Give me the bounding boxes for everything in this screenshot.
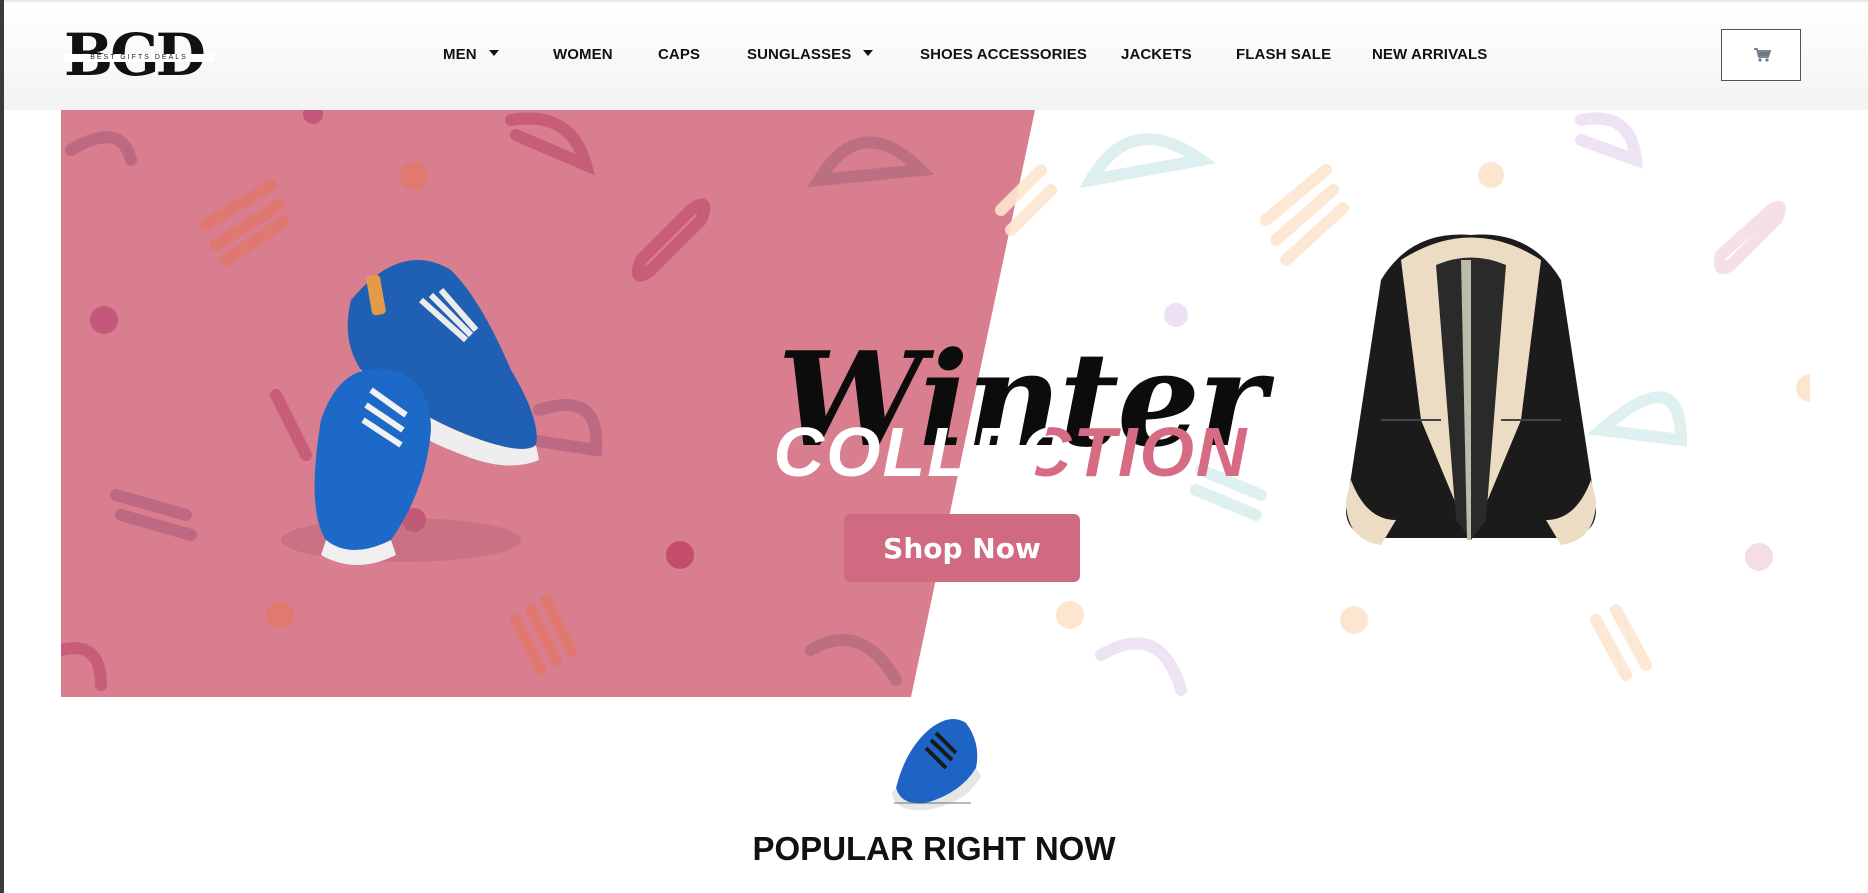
- nav-item-new-arrivals[interactable]: NEW ARRIVALS: [1372, 46, 1487, 63]
- site-header: BGD BEST GIFTS DEALS MEN WOMEN CAPS SUNG…: [4, 2, 1868, 110]
- hero-banner[interactable]: Winter COLLECTION COLLECTION Shop Now: [61, 110, 1810, 697]
- jacket-image: [1346, 234, 1596, 545]
- nav-item-jackets[interactable]: JACKETS: [1121, 46, 1192, 63]
- shop-now-button[interactable]: Shop Now: [844, 514, 1080, 582]
- nav-item-label: SUNGLASSES: [747, 46, 852, 63]
- window-edge: [0, 0, 4, 893]
- shopping-cart-icon: [1754, 48, 1771, 62]
- nav-item-label: NEW ARRIVALS: [1372, 46, 1488, 63]
- nav-item-label: CAPS: [658, 46, 701, 63]
- main-navigation: MEN WOMEN CAPS SUNGLASSES SHOES ACCESSOR…: [4, 2, 1868, 110]
- chevron-down-icon: [488, 50, 499, 56]
- nav-item-flash-sale[interactable]: FLASH SALE: [1236, 46, 1331, 63]
- nav-item-label: SHOES ACCESSORIES: [920, 46, 1088, 63]
- nav-item-label: FLASH SALE: [1236, 46, 1332, 63]
- hero-subheadline: COLLECTION COLLECTION: [711, 410, 1311, 494]
- nav-item-label: WOMEN: [553, 46, 613, 63]
- nav-item-men[interactable]: MEN: [443, 46, 499, 63]
- chevron-down-icon: [863, 50, 874, 56]
- nav-item-shoes-accessories[interactable]: SHOES ACCESSORIES: [920, 46, 1087, 63]
- nav-item-caps[interactable]: CAPS: [658, 46, 700, 63]
- nav-item-women[interactable]: WOMEN: [553, 46, 613, 63]
- blue-shoes-image: [281, 260, 539, 565]
- popular-section-title: POPULAR RIGHT NOW: [752, 830, 1116, 867]
- nav-item-sunglasses[interactable]: SUNGLASSES: [747, 46, 874, 63]
- nav-item-label: MEN: [443, 46, 477, 63]
- nav-item-label: JACKETS: [1121, 46, 1192, 63]
- cart-button[interactable]: [1721, 29, 1801, 81]
- featured-sneaker-image: [892, 719, 981, 811]
